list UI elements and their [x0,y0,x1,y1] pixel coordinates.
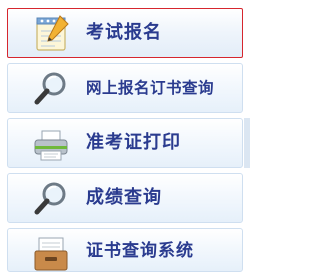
scroll-edge [244,118,250,168]
menu-item-certificate-query-system[interactable]: 证书查询系统 [7,228,243,272]
menu-item-online-book-order-query[interactable]: 网上报名订书查询 [7,63,243,113]
menu-item-label: 准考证打印 [86,132,181,153]
menu-item-label: 证书查询系统 [86,241,194,261]
printer-icon [34,130,68,161]
menu-item-label: 网上报名订书查询 [86,79,215,97]
magnifier-icon [34,72,66,105]
menu-item-admission-ticket-print[interactable]: 准考证打印 [7,118,243,168]
menu-item-score-query[interactable]: 成绩查询 [7,173,243,223]
notepad-pencil-icon [36,15,69,51]
menu-item-exam-registration[interactable]: 考试报名 [7,8,243,58]
menu-item-label: 成绩查询 [86,187,162,208]
magnifier-icon [34,182,66,215]
file-drawer-icon [34,237,68,271]
menu-item-label: 考试报名 [86,22,162,43]
side-menu: 考试报名 网上报名订书查询 准考证打印 成绩查询 证书查询系统 [0,0,250,272]
